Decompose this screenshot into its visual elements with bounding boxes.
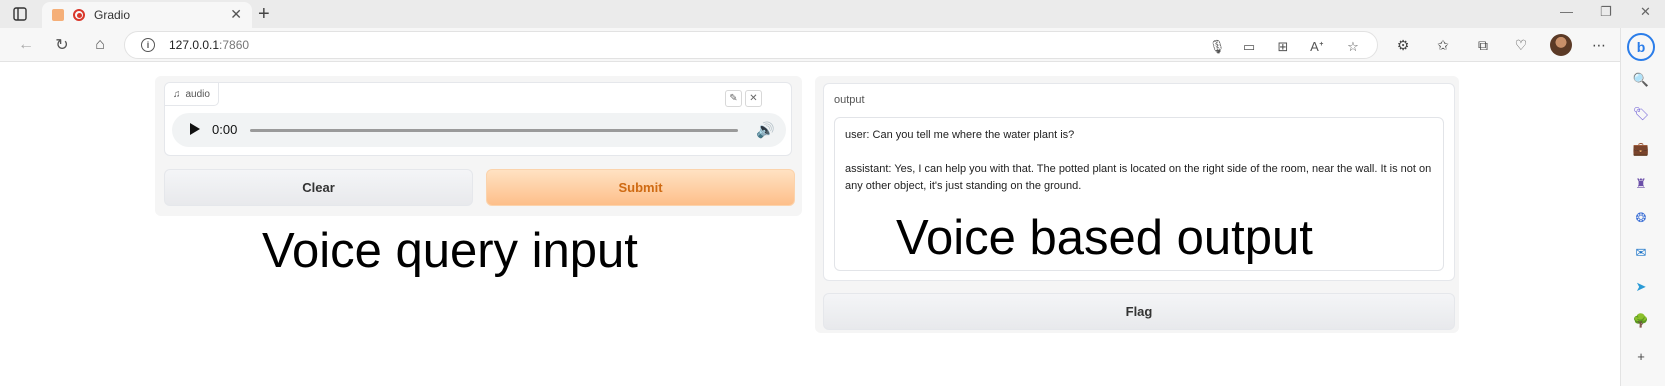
audio-time: 0:00 (212, 122, 238, 137)
read-aloud-icon[interactable]: Aᐩ (1309, 39, 1325, 55)
recording-icon (73, 9, 85, 21)
copilot-icon[interactable]: ❂ (1633, 210, 1649, 226)
clear-button[interactable]: Clear (164, 169, 473, 206)
window-close-icon[interactable]: ✕ (1640, 4, 1651, 20)
url-text: 127.0.0.1:7860 (169, 38, 250, 52)
output-label: output (834, 94, 865, 106)
assistant-message: assistant: Yes, I can help you with that… (845, 163, 1435, 192)
audio-player[interactable]: 0:00 🔊 (172, 113, 786, 147)
tag-icon[interactable]: 🏷 (1633, 106, 1650, 122)
minimize-icon[interactable]: — (1560, 4, 1573, 19)
close-icon[interactable]: ✕ (230, 6, 242, 23)
briefcase-icon[interactable]: 💼 (1633, 141, 1649, 157)
health-icon[interactable]: ♡ (1512, 36, 1530, 54)
audio-progress-track[interactable] (250, 129, 738, 132)
url-field[interactable]: i 127.0.0.1:7860 🎙 ▭ ⊞ Aᐩ ☆ (124, 31, 1378, 59)
submit-button[interactable]: Submit (486, 169, 795, 206)
new-tab-button[interactable]: + (258, 2, 270, 26)
avatar[interactable] (1550, 34, 1572, 56)
gradio-favicon (52, 9, 64, 21)
tab-title: Gradio (94, 8, 131, 22)
clear-audio-icon[interactable]: ✕ (745, 90, 762, 107)
edit-icon[interactable]: ✎ (725, 90, 742, 107)
play-icon[interactable] (190, 123, 200, 135)
bing-icon[interactable]: b (1627, 33, 1655, 61)
info-icon[interactable]: i (141, 38, 155, 52)
favorites-icon[interactable]: ✩ (1434, 36, 1452, 54)
tree-icon[interactable]: 🌳 (1633, 313, 1649, 329)
music-icon: ♫ (173, 88, 181, 100)
add-icon[interactable]: + (1633, 348, 1649, 364)
outlook-icon[interactable]: ✉ (1633, 245, 1649, 261)
flag-button[interactable]: Flag (823, 293, 1455, 330)
mic-icon[interactable]: 🎙 (1209, 39, 1226, 55)
voice-query-annotation: Voice query input (262, 224, 638, 278)
search-icon[interactable]: 🔍 (1633, 72, 1649, 88)
apps-icon[interactable]: ⊞ (1275, 39, 1291, 55)
collections-icon[interactable]: ⧉ (1474, 36, 1492, 54)
restore-icon[interactable]: ❐ (1600, 4, 1612, 20)
cast-icon[interactable]: ▭ (1241, 39, 1257, 55)
more-icon[interactable]: ⋯ (1590, 36, 1608, 54)
voice-output-annotation: Voice based output (896, 211, 1313, 265)
tab-bar: Gradio ✕ + — ❐ ✕ (0, 0, 1665, 28)
audio-label: ♫ audio (165, 83, 219, 106)
user-message: user: Can you tell me where the water pl… (845, 129, 1075, 141)
sidebar-toggle-icon[interactable] (12, 6, 28, 22)
volume-icon[interactable]: 🔊 (756, 121, 775, 139)
send-icon[interactable]: ➤ (1633, 279, 1649, 295)
address-bar: ← ↻ ⌂ i 127.0.0.1:7860 🎙 ▭ ⊞ Aᐩ ☆ ⚙ ✩ ⧉ … (0, 28, 1665, 62)
extensions-icon[interactable]: ⚙ (1394, 36, 1412, 54)
back-icon[interactable]: ← (16, 35, 36, 55)
refresh-icon[interactable]: ↻ (52, 35, 72, 55)
home-icon[interactable]: ⌂ (90, 35, 110, 55)
browser-tab[interactable]: Gradio ✕ (42, 2, 252, 28)
star-icon[interactable]: ☆ (1345, 39, 1361, 55)
chess-icon[interactable]: ♜ (1633, 176, 1649, 192)
